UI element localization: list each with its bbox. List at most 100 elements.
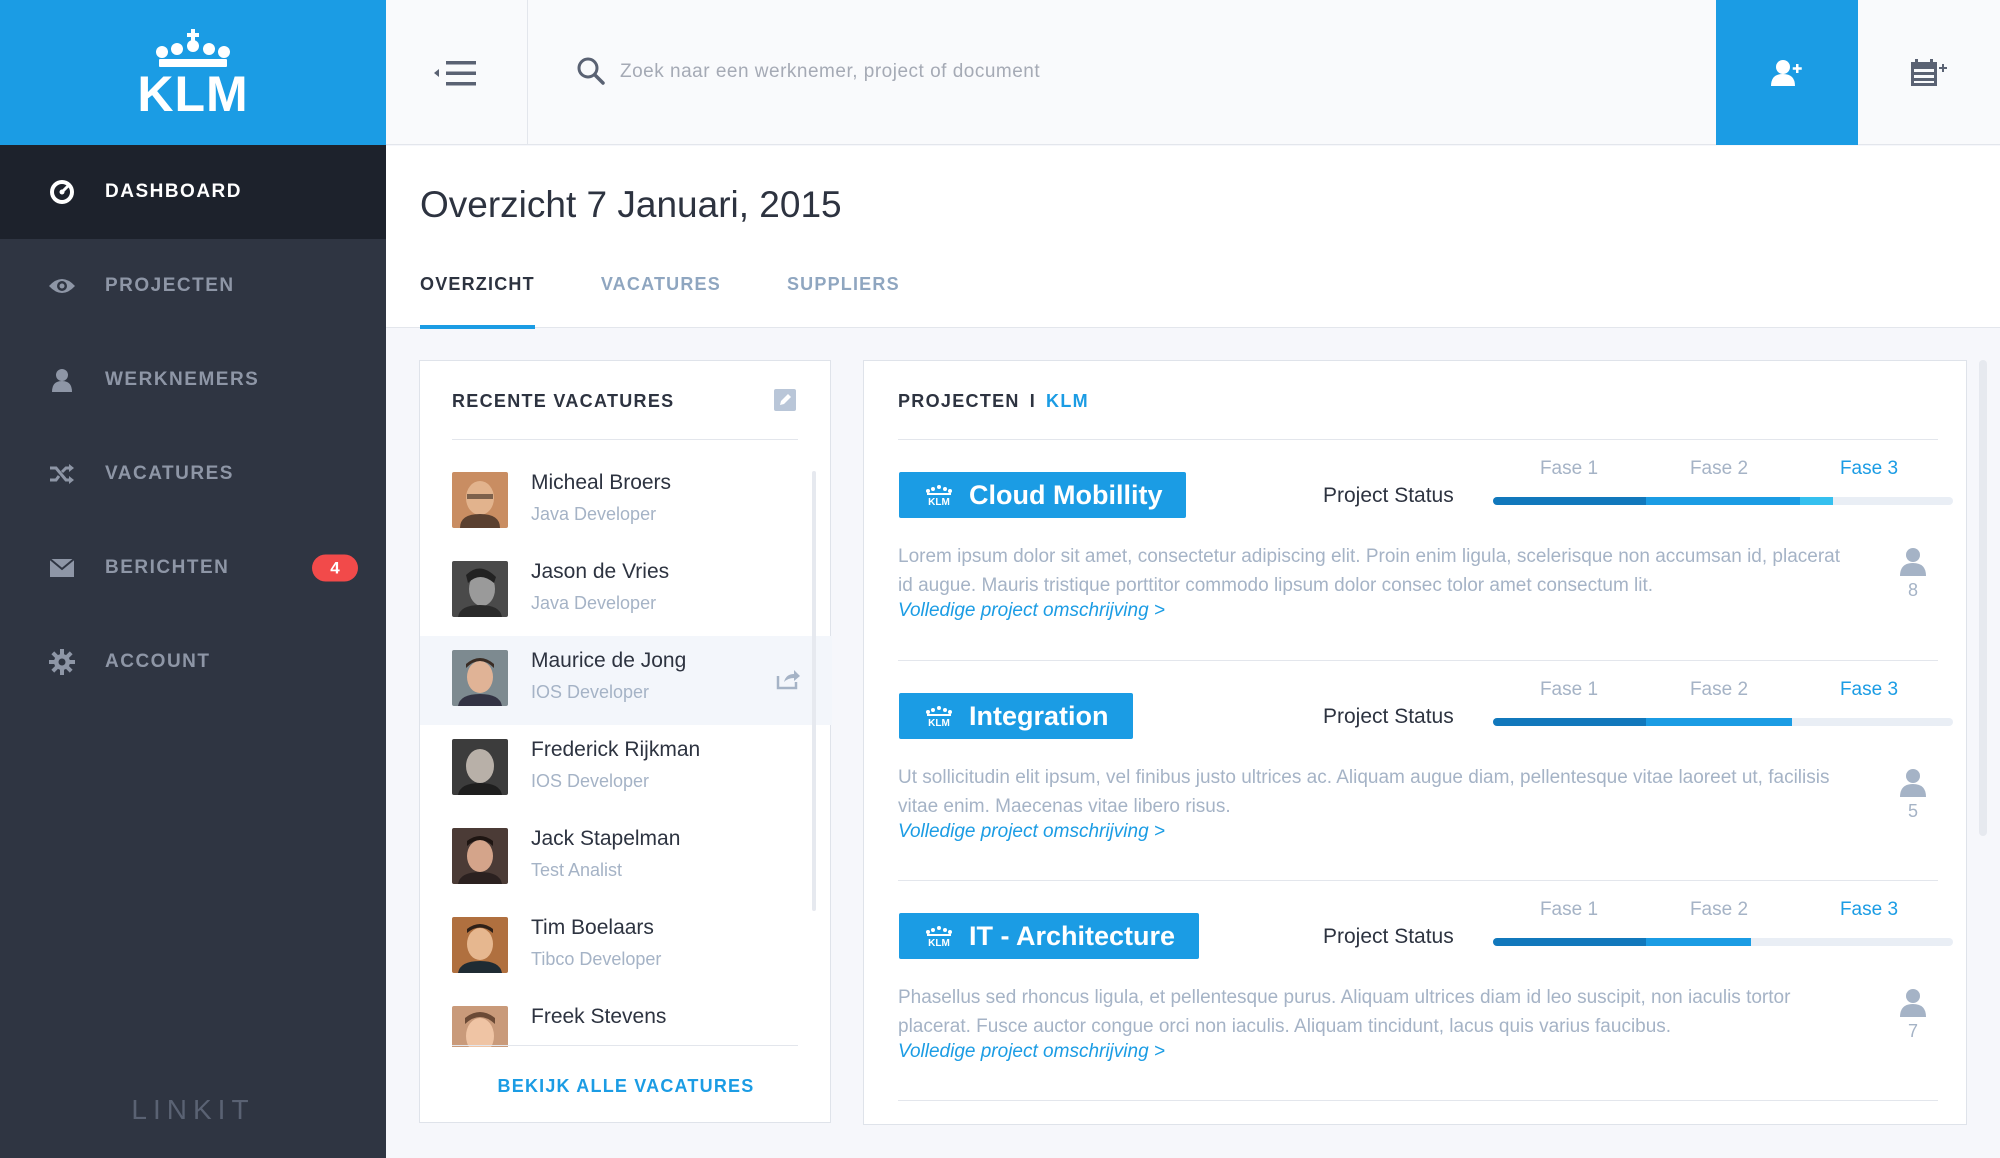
crown-icon [156,28,230,67]
vacancy-name: Jack Stapelman [531,827,681,850]
svg-text:KLM: KLM [928,718,950,727]
klm-logo[interactable]: KLM [0,0,386,145]
tab-overzicht[interactable]: OVERZICHT [420,274,535,329]
project-status-label: Project Status [1323,705,1454,728]
search-icon [577,57,605,85]
avatar [452,650,508,706]
project-status-label: Project Status [1323,484,1454,507]
projects-title: PROJECTEN [898,391,1020,411]
klm-mini-logo: KLM [926,485,952,506]
app: KLM DASHBOARD PROJECTEN WERKNEMERS VACAT… [0,0,2000,1158]
list-scrollbar[interactable] [812,471,816,911]
svg-text:KLM: KLM [928,497,950,506]
project-name-label[interactable]: KLM IT - Architecture [899,913,1200,959]
edit-icon[interactable] [774,389,796,411]
sidebar-item-account[interactable]: ACCOUNT [0,615,386,709]
top-bar [386,0,2000,145]
page-header: Overzicht 7 Januari, 2015 OVERZICHT VACA… [386,146,2000,329]
add-event-button[interactable] [1858,0,2000,145]
phase-label: Fase 1 [1539,679,1599,700]
vacancy-role: Tibco Developer [531,949,662,969]
page-title: Overzicht 7 Januari, 2015 [420,184,842,225]
avatar [452,1006,508,1047]
phase-label: Fase 2 [1689,679,1749,700]
members-icon [1900,548,1926,576]
project-details-link[interactable]: Volledige project omschrijving > [898,600,1165,622]
collapse-menu-button[interactable] [386,0,528,145]
projects-card: PROJECTEN I KLM KLM Cloud Mobillity Projec… [863,360,1967,1125]
list-item[interactable]: Jack Stapelman Test Analist [420,814,832,903]
gauge-icon [48,178,76,206]
vacancy-name: Maurice de Jong [531,649,687,672]
sidebar-item-label: WERKNEMERS [105,369,260,390]
sidebar: KLM DASHBOARD PROJECTEN WERKNEMERS VACAT… [0,0,386,1158]
vacancy-role: Java Developer [531,504,657,524]
card-title: RECENTE VACATURES [452,391,675,411]
tab-vacatures[interactable]: VACATURES [601,274,721,328]
project-name-label[interactable]: KLM Integration [899,693,1133,739]
vacancy-role: Test Analist [531,860,623,880]
list-item[interactable]: Jason de Vries Java Developer [420,547,832,636]
list-item[interactable]: Freek Stevens [420,992,832,1047]
sidebar-item-label: ACCOUNT [105,651,211,672]
list-item[interactable]: Frederick Rijkman IOS Developer [420,725,832,814]
list-item[interactable]: Tim Boelaars Tibco Developer [420,903,832,992]
divider [898,1100,1938,1101]
klm-mini-logo: KLM [926,926,952,947]
vacancy-list: Micheal Broers Java Developer Jason de V… [420,458,832,1047]
share-icon[interactable] [776,668,800,690]
main-content: Overzicht 7 Januari, 2015 OVERZICHT VACA… [386,146,2000,1158]
shuffle-icon [48,460,76,488]
page-scrollbar[interactable] [1979,360,1987,836]
add-user-icon [1771,59,1802,86]
sidebar-item-dashboard[interactable]: DASHBOARD [0,145,386,239]
tab-bar: OVERZICHT VACATURES SUPPLIERS [420,274,966,329]
vacancy-name: Micheal Broers [531,471,672,494]
phase-label: Fase 1 [1539,458,1599,479]
linkit-logo: LINKIT [131,1094,255,1125]
eye-icon [48,272,76,300]
add-user-button[interactable] [1716,0,1858,145]
person-icon [48,366,76,394]
member-count: 8 [1907,580,1918,600]
project-name: IT - Architecture [969,920,1176,951]
phase-label: Fase 3 [1839,458,1899,479]
list-item[interactable]: Micheal Broers Java Developer [420,458,832,547]
gear-icon [48,648,76,676]
search-input[interactable] [620,52,1600,92]
phase-1-segment [1493,938,1647,946]
view-all-vacancies-link[interactable]: BEKIJK ALLE VACATURES [420,1076,832,1097]
calendar-add-icon [1911,58,1947,86]
project-item: KLM Cloud Mobillity Project Status Fase … [898,440,1953,660]
project-details-link[interactable]: Volledige project omschrijving > [898,1041,1165,1063]
klm-mini-logo: KLM [926,706,952,727]
heading-separator: I [1029,391,1037,411]
sidebar-item-label: PROJECTEN [105,275,235,296]
projects-org-link[interactable]: KLM [1046,391,1089,411]
list-item[interactable]: Maurice de Jong IOS Developer [420,636,832,725]
phase-1-segment [1493,497,1647,505]
sidebar-item-werknemers[interactable]: WERKNEMERS [0,333,386,427]
member-count: 7 [1907,1021,1918,1041]
member-count: 5 [1907,801,1918,821]
phase-2-segment [1646,938,1751,946]
project-item: KLM Integration Project Status Fase 1 Fa… [898,661,1953,881]
project-name-label[interactable]: KLM Cloud Mobillity [899,472,1187,518]
sidebar-item-label: VACATURES [105,463,234,484]
project-details-link[interactable]: Volledige project omschrijving > [898,821,1165,843]
sidebar-item-berichten[interactable]: BERICHTEN 4 [0,521,386,615]
project-description: Ut sollicitudin elit ipsum, vel finibus … [898,767,1830,817]
sidebar-item-label: BERICHTEN [105,557,230,578]
sidebar-item-projecten[interactable]: PROJECTEN [0,239,386,333]
vacancy-role: IOS Developer [531,682,650,702]
project-description: Lorem ipsum dolor sit amet, consectetur … [898,546,1841,596]
project-name: Cloud Mobillity [969,479,1163,510]
sidebar-item-vacatures[interactable]: VACATURES [0,427,386,521]
vacancy-name: Frederick Rijkman [531,738,701,761]
tab-suppliers[interactable]: SUPPLIERS [787,274,900,328]
avatar [452,828,508,884]
logo-text: KLM [137,65,249,122]
unread-badge: 4 [312,554,358,582]
phase-2-segment [1646,497,1800,505]
project-progress-bar [1493,938,1953,946]
